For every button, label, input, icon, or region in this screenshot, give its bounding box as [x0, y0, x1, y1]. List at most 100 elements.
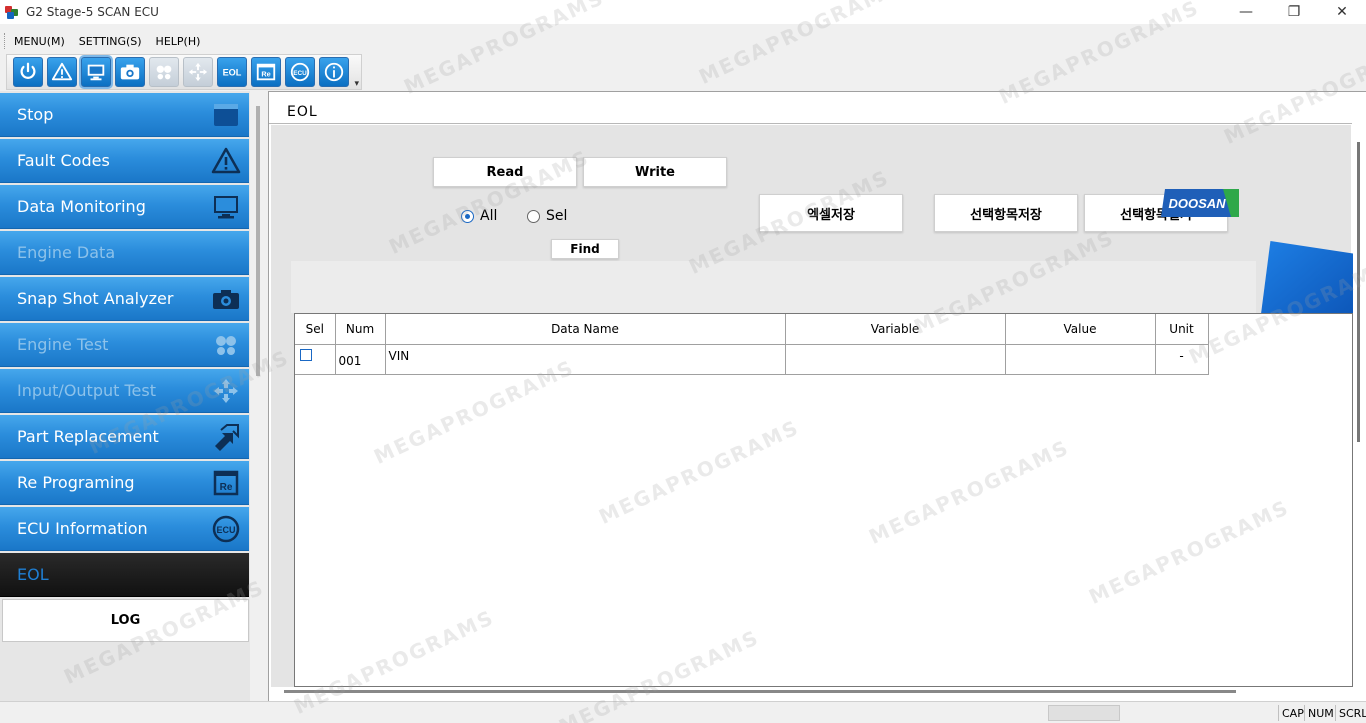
- row-value[interactable]: [1005, 344, 1156, 375]
- eol-icon: EOL: [223, 68, 242, 78]
- data-table: Sel Num Data Name Variable Value Unit 00…: [294, 313, 1353, 687]
- menu-item-setting[interactable]: SETTING(S): [72, 35, 149, 48]
- sidebar-item-label: EOL: [17, 565, 49, 584]
- camera-icon: [213, 290, 239, 309]
- svg-text:Re: Re: [220, 482, 233, 493]
- sidebar-item-snap-shot-analyzer[interactable]: Snap Shot Analyzer: [0, 277, 249, 321]
- table-header-row: Sel Num Data Name Variable Value Unit: [295, 314, 1209, 345]
- engine-test-icon: [216, 336, 236, 355]
- io-test-icon: [214, 379, 238, 403]
- row-select-cell[interactable]: [295, 344, 336, 375]
- sidebar-item-re-programing[interactable]: Re Programing Re: [0, 461, 249, 505]
- part-replacement-icon: [215, 424, 239, 451]
- toolbar-eol-button[interactable]: EOL: [217, 57, 247, 87]
- radio-sel[interactable]: Sel: [527, 208, 567, 224]
- sidebar-item-engine-data[interactable]: Engine Data: [0, 231, 249, 275]
- toolbar-overflow-icon[interactable]: ▾: [354, 79, 359, 89]
- minimize-button[interactable]: —: [1222, 0, 1270, 24]
- section-title: EOL: [287, 104, 318, 120]
- sidebar-scrollbar[interactable]: [256, 106, 260, 376]
- log-button[interactable]: LOG: [2, 599, 249, 642]
- sidebar-item-label: Engine Data: [17, 243, 116, 262]
- power-icon: [20, 62, 36, 79]
- main-content: EOL Read Write All Sel 엑셀저장 선택항목저장 선택항목열…: [268, 91, 1366, 701]
- sidebar-item-label: Data Monitoring: [17, 197, 146, 216]
- maximize-button[interactable]: ❐: [1270, 0, 1318, 24]
- toolbar-ecu-button[interactable]: ECU: [285, 57, 315, 87]
- title-bar: G2 Stage-5 SCAN ECU — ❐ ✕: [0, 0, 1366, 24]
- find-button[interactable]: Find: [551, 239, 619, 259]
- main-horizontal-scrollbar[interactable]: [284, 690, 1236, 693]
- toolbar-monitor-button[interactable]: [81, 57, 111, 87]
- svg-text:EOL: EOL: [223, 68, 242, 78]
- toolbar-io-test-button[interactable]: [183, 57, 213, 87]
- brand-text: DOOSAN: [1168, 196, 1226, 211]
- app-icon: [4, 4, 20, 20]
- monitor-icon: [214, 196, 238, 219]
- sidebar-item-ecu-information[interactable]: ECU Information ECU: [0, 507, 249, 551]
- sidebar-item-label: Input/Output Test: [17, 381, 156, 400]
- toolbar-camera-button[interactable]: [115, 57, 145, 87]
- radio-all[interactable]: All: [461, 208, 497, 224]
- warning-icon: [211, 147, 241, 174]
- sidebar-item-label: ECU Information: [17, 519, 148, 538]
- ecu-icon: ECU: [290, 62, 310, 82]
- row-unit: -: [1155, 344, 1209, 375]
- table-row[interactable]: 001 VIN -: [295, 344, 1209, 375]
- row-num: 001: [335, 344, 386, 375]
- toolbar-power-button[interactable]: [13, 57, 43, 87]
- svg-text:Re: Re: [261, 70, 270, 79]
- section-header: EOL: [269, 92, 1352, 124]
- sidebar-item-stop[interactable]: Stop: [0, 93, 249, 137]
- column-header-variable[interactable]: Variable: [785, 314, 1006, 345]
- sidebar-item-engine-test[interactable]: Engine Test: [0, 323, 249, 367]
- column-header-unit[interactable]: Unit: [1155, 314, 1209, 345]
- sidebar-item-input-output-test[interactable]: Input/Output Test: [0, 369, 249, 413]
- menu-item-menu[interactable]: MENU(M): [7, 35, 72, 48]
- row-checkbox[interactable]: [300, 348, 312, 361]
- re-program-icon: Re: [213, 470, 239, 496]
- status-pane: [1048, 705, 1120, 721]
- write-button[interactable]: Write: [583, 157, 727, 187]
- column-header-value[interactable]: Value: [1005, 314, 1156, 345]
- io-test-icon: [188, 62, 208, 82]
- sidebar-item-label: Re Programing: [17, 473, 135, 492]
- stop-icon: [214, 104, 238, 126]
- sidebar-item-fault-codes[interactable]: Fault Codes: [0, 139, 249, 183]
- menu-bar: MENU(M) SETTING(S) HELP(H): [0, 30, 207, 52]
- sidebar-item-label: Stop: [17, 105, 54, 124]
- sidebar-item-part-replacement[interactable]: Part Replacement: [0, 415, 249, 459]
- sidebar-item-data-monitoring[interactable]: Data Monitoring: [0, 185, 249, 229]
- sidebar: Stop Fault Codes Data Monitoring Engine …: [0, 91, 250, 701]
- excel-save-button[interactable]: 엑셀저장: [759, 194, 903, 232]
- close-button[interactable]: ✕: [1318, 0, 1366, 24]
- doosan-logo: DOOSAN: [1161, 185, 1239, 221]
- toolbar-info-button[interactable]: [319, 57, 349, 87]
- row-data-name: VIN: [385, 344, 786, 375]
- svg-text:ECU: ECU: [293, 70, 307, 77]
- filter-strip: [291, 261, 1256, 313]
- main-vertical-scrollbar[interactable]: [1357, 142, 1360, 442]
- eol-table: Sel Num Data Name Variable Value Unit 00…: [295, 314, 1209, 375]
- column-header-sel[interactable]: Sel: [295, 314, 336, 345]
- save-selected-button[interactable]: 선택항목저장: [934, 194, 1078, 232]
- sidebar-item-eol[interactable]: EOL: [0, 553, 249, 597]
- column-header-num[interactable]: Num: [335, 314, 386, 345]
- sidebar-item-label: Part Replacement: [17, 427, 159, 446]
- menu-item-help[interactable]: HELP(H): [149, 35, 208, 48]
- status-scrl: SCRL: [1335, 705, 1366, 721]
- column-header-data-name[interactable]: Data Name: [385, 314, 786, 345]
- toolbar: EOL Re ECU ▾: [6, 54, 362, 90]
- window-title: G2 Stage-5 SCAN ECU: [26, 5, 159, 19]
- toolbar-reprogram-button[interactable]: Re: [251, 57, 281, 87]
- sidebar-item-label: Fault Codes: [17, 151, 110, 170]
- toolbar-engine-test-button[interactable]: [149, 57, 179, 87]
- radio-sel-label: Sel: [546, 208, 568, 224]
- re-program-icon: Re: [256, 63, 276, 81]
- ecu-icon: ECU: [212, 515, 240, 543]
- radio-all-indicator: [461, 209, 474, 223]
- read-button[interactable]: Read: [433, 157, 577, 187]
- toolbar-fault-button[interactable]: [47, 57, 77, 87]
- info-icon: [324, 62, 344, 82]
- status-num: NUM: [1304, 705, 1337, 721]
